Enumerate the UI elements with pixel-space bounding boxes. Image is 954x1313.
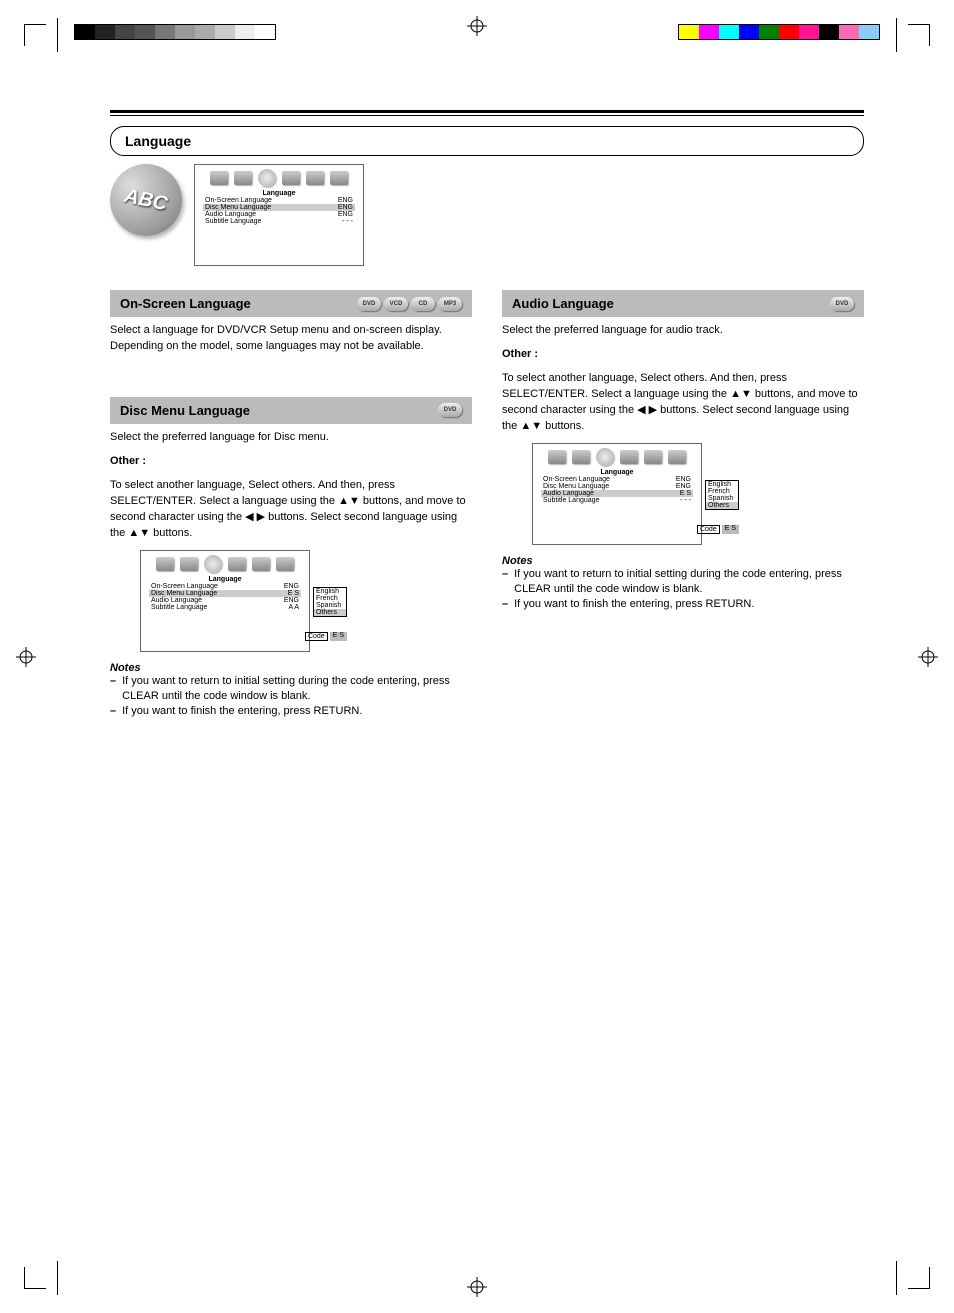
- osd-heading: Language: [541, 469, 693, 476]
- audio-language-header: Audio Language DVD: [502, 290, 864, 317]
- note-item: –If you want to return to initial settin…: [110, 674, 472, 705]
- note-item: –If you want to finish the entering, pre…: [110, 704, 472, 719]
- notes-heading: Notes: [110, 662, 472, 674]
- disc-badges: DVD: [438, 403, 462, 417]
- discmenu-body: Select the preferred language for Disc m…: [110, 430, 472, 446]
- misc-icon: [306, 171, 324, 185]
- speaker-icon: [572, 450, 590, 464]
- misc-icon: [644, 450, 662, 464]
- misc2-icon: [276, 557, 294, 571]
- note-item: –If you want to finish the entering, pre…: [502, 597, 864, 612]
- osd-row: On-Screen LanguageENG: [203, 197, 355, 204]
- audio-body: Select the preferred language for audio …: [502, 323, 864, 339]
- code-entry: Code E S: [305, 632, 347, 641]
- discmenu-sub-label: Other :: [110, 454, 472, 470]
- language-badge-icon: ABC: [110, 164, 182, 236]
- tv-icon: [210, 171, 228, 185]
- osd-row: Disc Menu LanguageE S: [149, 590, 301, 597]
- osd-row: Audio LanguageE S: [541, 490, 693, 497]
- misc2-icon: [668, 450, 686, 464]
- language-icon: [204, 555, 222, 573]
- discmenu-sub-body: To select another language, Select other…: [110, 478, 472, 542]
- disc-badges: DVD: [830, 297, 854, 311]
- code-entry: Code E S: [697, 525, 739, 534]
- osd-row: Subtitle LanguageA A: [149, 604, 301, 611]
- disc-badge-icon: MP3: [438, 297, 462, 311]
- osd-audio-screenshot: Language On-Screen LanguageENGDisc Menu …: [532, 443, 702, 545]
- osd-row: Subtitle Language- - -: [203, 218, 355, 225]
- osd-tab-icons: [203, 171, 355, 187]
- language-popup: EnglishFrenchSpanishOthers: [705, 480, 739, 510]
- rule-divider: [110, 110, 864, 116]
- language-popup: EnglishFrenchSpanishOthers: [313, 587, 347, 617]
- audio-sub-body: To select another language, Select other…: [502, 371, 864, 435]
- disc-badges: DVDVCDCDMP3: [357, 297, 462, 311]
- osd-tab-icons: [149, 557, 301, 573]
- rating-icon: [620, 450, 638, 464]
- osd-row: On-Screen LanguageENG: [541, 476, 693, 483]
- osd-heading: Language: [149, 576, 301, 583]
- rating-icon: [282, 171, 300, 185]
- disc-badge-icon: DVD: [438, 403, 462, 417]
- audio-sub-label: Other :: [502, 347, 864, 363]
- misc-icon: [252, 557, 270, 571]
- disc-badge-icon: CD: [411, 297, 435, 311]
- osd-row: Disc Menu LanguageENG: [541, 483, 693, 490]
- osd-tab-icons: [541, 450, 693, 466]
- osd-row: Disc Menu LanguageENG: [203, 204, 355, 211]
- osd-row: Audio LanguageENG: [149, 597, 301, 604]
- osd-row: Subtitle Language- - -: [541, 497, 693, 504]
- tv-icon: [548, 450, 566, 464]
- language-icon: [596, 448, 614, 466]
- osd-heading: Language: [203, 190, 355, 197]
- osd-main-screenshot: Language On-Screen LanguageENGDisc Menu …: [194, 164, 364, 266]
- notes-heading: Notes: [502, 555, 864, 567]
- disc-badge-icon: DVD: [830, 297, 854, 311]
- onscreen-language-body: Select a language for DVD/VCR Setup menu…: [110, 323, 472, 355]
- onscreen-language-header: On-Screen Language DVDVCDCDMP3: [110, 290, 472, 317]
- osd-row: On-Screen LanguageENG: [149, 583, 301, 590]
- disc-badge-icon: DVD: [357, 297, 381, 311]
- discmenu-language-header: Disc Menu Language DVD: [110, 397, 472, 424]
- speaker-icon: [180, 557, 198, 571]
- note-item: –If you want to return to initial settin…: [502, 567, 864, 598]
- rating-icon: [228, 557, 246, 571]
- section-title: Language: [110, 126, 864, 156]
- disc-badge-icon: VCD: [384, 297, 408, 311]
- speaker-icon: [234, 171, 252, 185]
- osd-discmenu-screenshot: Language On-Screen LanguageENGDisc Menu …: [140, 550, 310, 652]
- language-icon: [258, 169, 276, 187]
- tv-icon: [156, 557, 174, 571]
- osd-row: Audio LanguageENG: [203, 211, 355, 218]
- misc2-icon: [330, 171, 348, 185]
